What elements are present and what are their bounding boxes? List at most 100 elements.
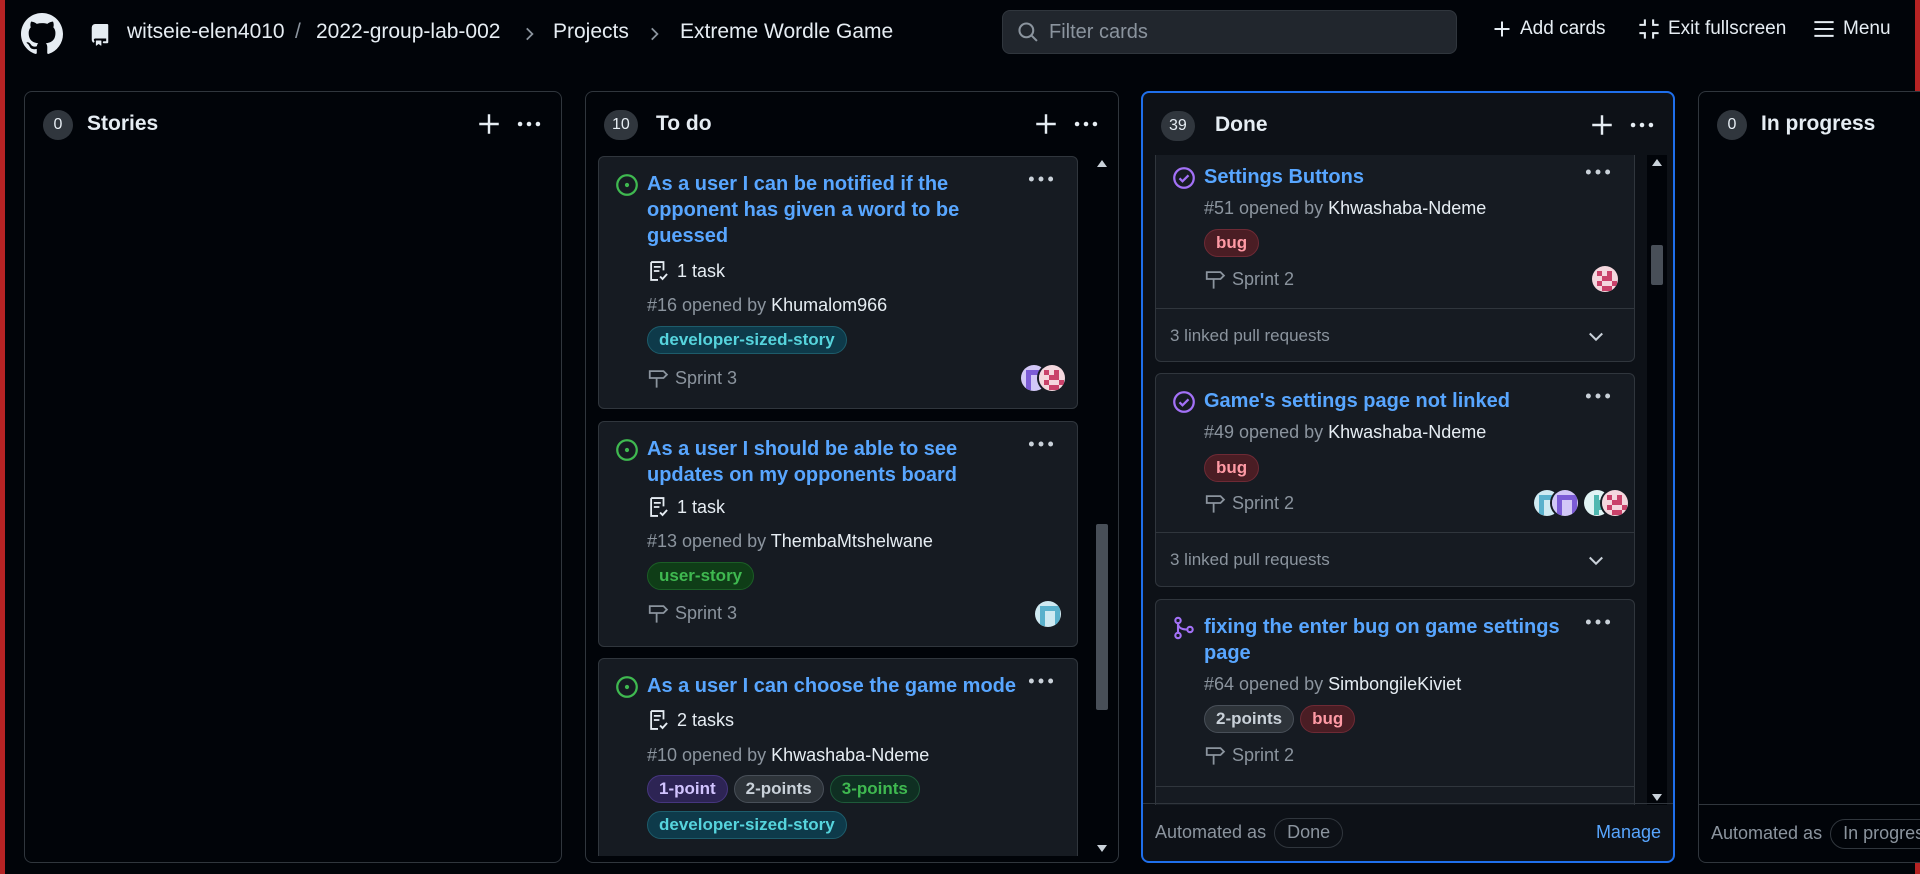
checklist-icon xyxy=(650,710,668,730)
issue-card[interactable]: Game's settings page not linked #49 open… xyxy=(1155,373,1635,587)
milestone-icon xyxy=(1205,495,1226,513)
breadcrumb-repo[interactable]: 2022-group-lab-002 xyxy=(316,20,500,44)
menu-button[interactable]: Menu xyxy=(1813,18,1891,40)
column-header: 10 To do xyxy=(586,92,1118,154)
issue-card[interactable]: As a user I should be able to see update… xyxy=(598,421,1078,647)
card-title-link[interactable]: Game's settings page not linked xyxy=(1204,388,1574,414)
column-to-do: 10 To do As a user I can be notified if … xyxy=(585,91,1119,863)
label-developer-sized-story[interactable]: developer-sized-story xyxy=(647,811,847,839)
column-title: To do xyxy=(656,112,712,135)
sprint-label: Sprint 2 xyxy=(1232,268,1295,289)
card-more-icon[interactable] xyxy=(1584,162,1612,182)
card-more-icon[interactable] xyxy=(1027,434,1055,454)
assignee-avatars xyxy=(1590,264,1620,294)
label-developer-sized-story[interactable]: developer-sized-story xyxy=(647,326,847,354)
merged-pull-request-icon xyxy=(1174,616,1194,640)
task-count: 2 tasks xyxy=(647,709,734,731)
label-user-story[interactable]: user-story xyxy=(647,562,755,590)
issue-author[interactable]: ThembaMtshelwane xyxy=(771,531,933,551)
label-list: 1-point 2-points 3-points xyxy=(647,775,920,803)
card-more-icon[interactable] xyxy=(1584,612,1612,632)
column-stories: 0 Stories xyxy=(24,91,562,863)
card-title-link[interactable]: As a user I can choose the game mode xyxy=(647,673,1027,699)
issue-author[interactable]: Khumalom966 xyxy=(771,295,887,315)
filter-cards-box[interactable] xyxy=(1002,10,1457,54)
card-more-icon[interactable] xyxy=(1027,169,1055,189)
scrollbar-thumb[interactable] xyxy=(1096,524,1108,710)
issue-author[interactable]: Khwashaba-Ndeme xyxy=(1328,198,1486,218)
column-more-icon[interactable] xyxy=(515,111,543,137)
scroll-down-arrow[interactable] xyxy=(1097,845,1107,852)
manage-automation-link[interactable]: Manage xyxy=(1596,822,1661,843)
issue-meta: #16 opened by Khumalom966 xyxy=(647,295,887,316)
label-2-points[interactable]: 2-points xyxy=(1204,705,1295,733)
open-issue-icon xyxy=(616,174,638,196)
label-bug[interactable]: bug xyxy=(1204,229,1260,257)
card-more-icon[interactable] xyxy=(1027,671,1055,691)
top-bar: witseie-elen4010 / 2022-group-lab-002 Pr… xyxy=(5,0,1915,68)
issue-author[interactable]: Khwashaba-Ndeme xyxy=(1328,422,1486,442)
pr-number-opened: #64 opened by xyxy=(1204,674,1329,694)
column-more-icon[interactable] xyxy=(1628,112,1656,138)
issue-card[interactable]: As a user I can be notified if the oppon… xyxy=(598,156,1078,409)
github-logo-icon[interactable] xyxy=(21,13,63,55)
label-2-points[interactable]: 2-points xyxy=(733,775,824,803)
linked-pull-requests-toggle[interactable]: 3 linked pull requests xyxy=(1156,532,1634,586)
label-1-point[interactable]: 1-point xyxy=(647,775,728,803)
label-3-points[interactable]: 3-points xyxy=(829,775,920,803)
add-card-plus-icon[interactable] xyxy=(1033,111,1059,137)
milestone-icon xyxy=(648,370,669,388)
scroll-down-arrow[interactable] xyxy=(1652,794,1662,801)
linked-pull-requests-toggle[interactable]: 3 linked pull requests xyxy=(1156,308,1634,362)
card-more-icon[interactable] xyxy=(1584,386,1612,406)
label-bug[interactable]: bug xyxy=(1204,454,1260,482)
card-title-link[interactable]: As a user I should be able to see update… xyxy=(647,436,987,488)
sprint-label: Sprint 3 xyxy=(675,367,738,388)
add-cards-button[interactable]: Add cards xyxy=(1492,18,1606,40)
pr-author[interactable]: SimbongileKiviet xyxy=(1328,674,1461,694)
column-count: 0 xyxy=(1717,110,1747,140)
column-more-icon[interactable] xyxy=(1072,111,1100,137)
avatar[interactable] xyxy=(1037,363,1067,393)
exit-fullscreen-button[interactable]: Exit fullscreen xyxy=(1638,18,1786,40)
task-count: 1 task xyxy=(647,260,725,282)
scrollbar[interactable] xyxy=(1092,156,1112,856)
label-bug[interactable]: bug xyxy=(1300,705,1356,733)
avatar[interactable] xyxy=(1590,264,1620,294)
cards-list: Settings Buttons #51 opened by Khwashaba… xyxy=(1155,155,1635,805)
scrollbar-thumb[interactable] xyxy=(1651,245,1663,285)
add-card-plus-icon[interactable] xyxy=(1589,112,1615,138)
issue-card[interactable]: As a user I can choose the game mode 2 t… xyxy=(598,658,1078,856)
avatar[interactable] xyxy=(1550,488,1580,518)
filter-cards-input[interactable] xyxy=(1049,20,1429,44)
scroll-up-arrow[interactable] xyxy=(1652,159,1662,166)
pull-request-card[interactable]: fixing the enter bug on game settings pa… xyxy=(1155,599,1635,805)
issue-meta: #49 opened by Khwashaba-Ndeme xyxy=(1204,422,1486,443)
card-title-link[interactable]: Settings Buttons xyxy=(1204,164,1564,190)
sprint-field: Sprint 3 xyxy=(647,367,737,389)
card-title-link[interactable]: fixing the enter bug on game settings pa… xyxy=(1204,614,1574,666)
column-header: 0 In progress xyxy=(1699,92,1920,154)
scrollbar[interactable] xyxy=(1647,155,1667,805)
label-list: developer-sized-story xyxy=(647,326,847,354)
card-title-link[interactable]: As a user I can be notified if the oppon… xyxy=(647,171,987,249)
sprint-label: Sprint 2 xyxy=(1232,492,1295,513)
sprint-field: Sprint 2 xyxy=(1204,492,1294,514)
add-card-plus-icon[interactable] xyxy=(476,111,502,137)
sprint-field: Sprint 3 xyxy=(647,602,737,624)
avatar[interactable] xyxy=(1033,599,1063,629)
scroll-up-arrow[interactable] xyxy=(1097,160,1107,167)
column-header: 0 Stories xyxy=(25,92,561,154)
breadcrumb-projects[interactable]: Projects xyxy=(553,20,629,44)
avatar[interactable] xyxy=(1600,488,1630,518)
issue-author[interactable]: Khwashaba-Ndeme xyxy=(771,745,929,765)
automation-pill: In progress xyxy=(1830,818,1920,849)
automation-pill: Done xyxy=(1274,817,1344,848)
task-count-label: 1 task xyxy=(677,496,726,517)
issue-card[interactable]: Settings Buttons #51 opened by Khwashaba… xyxy=(1155,155,1635,362)
breadcrumb-owner[interactable]: witseie-elen4010 xyxy=(127,20,285,44)
breadcrumb-project-name[interactable]: Extreme Wordle Game xyxy=(680,20,893,44)
chevron-right-icon xyxy=(651,27,659,41)
chevron-right-icon xyxy=(526,27,534,41)
label-list: bug xyxy=(1204,229,1260,257)
